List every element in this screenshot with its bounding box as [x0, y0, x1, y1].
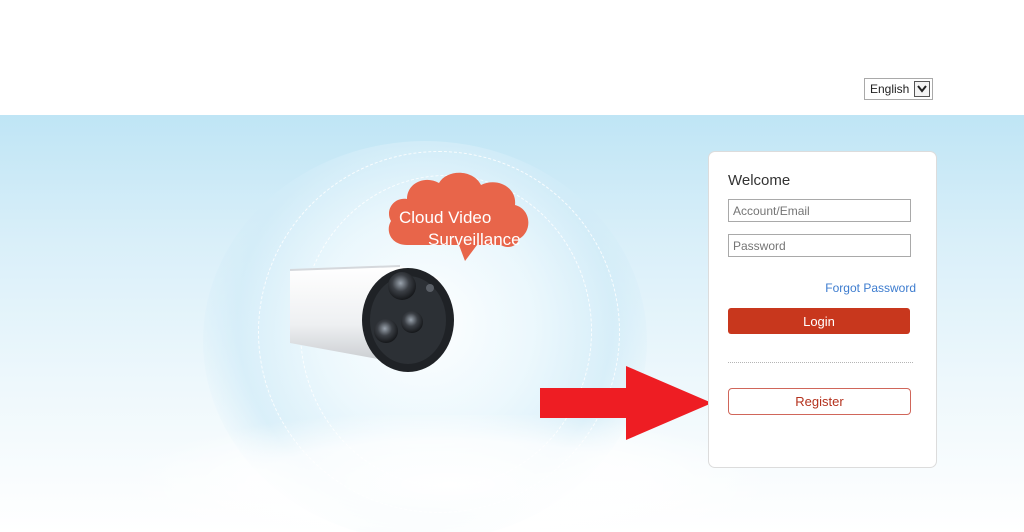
security-camera-illustration [290, 265, 454, 372]
bubble-line-1: Cloud Video [399, 208, 492, 227]
language-select[interactable]: English [864, 78, 933, 100]
divider [728, 362, 913, 363]
right-arrow-icon [540, 366, 712, 440]
register-button[interactable]: Register [728, 388, 911, 415]
top-bar: English [0, 0, 1024, 115]
account-email-input[interactable] [728, 199, 911, 222]
welcome-heading: Welcome [728, 172, 791, 189]
chevron-down-icon[interactable] [914, 81, 930, 97]
login-panel: Welcome Forgot Password Login Register [708, 151, 937, 468]
password-input[interactable] [728, 234, 911, 257]
login-button[interactable]: Login [728, 308, 910, 334]
bubble-line-2: Surveillance [428, 230, 521, 249]
bubble-title: Cloud Video Surveillance [399, 207, 521, 251]
language-select-value: English [870, 82, 910, 96]
forgot-password-link[interactable]: Forgot Password [825, 281, 916, 295]
